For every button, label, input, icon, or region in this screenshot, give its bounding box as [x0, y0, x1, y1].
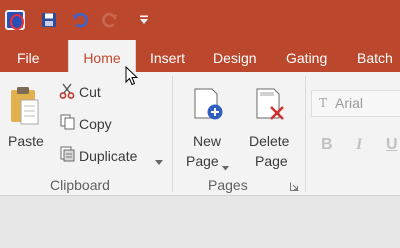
paste-button[interactable]: Paste	[8, 133, 44, 149]
quick-access-toolbar	[0, 0, 400, 40]
delete-page-label-line1[interactable]: Delete	[249, 133, 289, 149]
new-page-button[interactable]: Page	[186, 153, 219, 169]
cut-icon	[59, 83, 75, 104]
copy-icon	[60, 114, 76, 135]
new-page-icon	[193, 88, 225, 127]
ribbon-tabs: File Home Insert Design Gating Batch	[0, 40, 400, 72]
dialog-launcher-icon[interactable]	[290, 178, 299, 196]
font-family-select[interactable]: T Arial	[311, 90, 400, 117]
tab-batch[interactable]: Batch	[357, 40, 393, 72]
tab-file[interactable]: File	[17, 40, 40, 72]
group-divider	[172, 76, 173, 192]
underline-button[interactable]: U	[386, 136, 398, 154]
duplicate-icon	[60, 146, 76, 167]
tab-insert[interactable]: Insert	[150, 40, 185, 72]
redo-icon	[97, 7, 123, 33]
customize-dropdown-icon[interactable]	[131, 7, 157, 33]
save-icon[interactable]	[36, 7, 62, 33]
paste-icon[interactable]	[10, 86, 40, 131]
new-page-dropdown-icon[interactable]	[222, 158, 229, 176]
duplicate-button[interactable]: Duplicate	[79, 148, 137, 164]
font-family-value: Arial	[335, 95, 364, 111]
duplicate-dropdown-icon[interactable]	[155, 153, 163, 171]
cut-button[interactable]: Cut	[79, 84, 101, 100]
group-divider	[305, 76, 306, 192]
font-type-icon: T	[319, 96, 328, 110]
pages-group-label: Pages	[208, 177, 248, 193]
delete-page-icon	[255, 88, 287, 127]
delete-page-button[interactable]: Page	[255, 153, 288, 169]
bold-button[interactable]: B	[321, 136, 333, 154]
new-page-label-line1[interactable]: New	[193, 133, 221, 149]
mouse-cursor-icon	[125, 65, 139, 91]
clipboard-group-label: Clipboard	[50, 177, 110, 193]
italic-button[interactable]: I	[356, 136, 362, 154]
tab-gating[interactable]: Gating	[286, 40, 327, 72]
tab-design[interactable]: Design	[213, 40, 257, 72]
app-icon[interactable]	[2, 7, 28, 33]
copy-button[interactable]: Copy	[79, 116, 112, 132]
undo-icon[interactable]	[67, 7, 93, 33]
